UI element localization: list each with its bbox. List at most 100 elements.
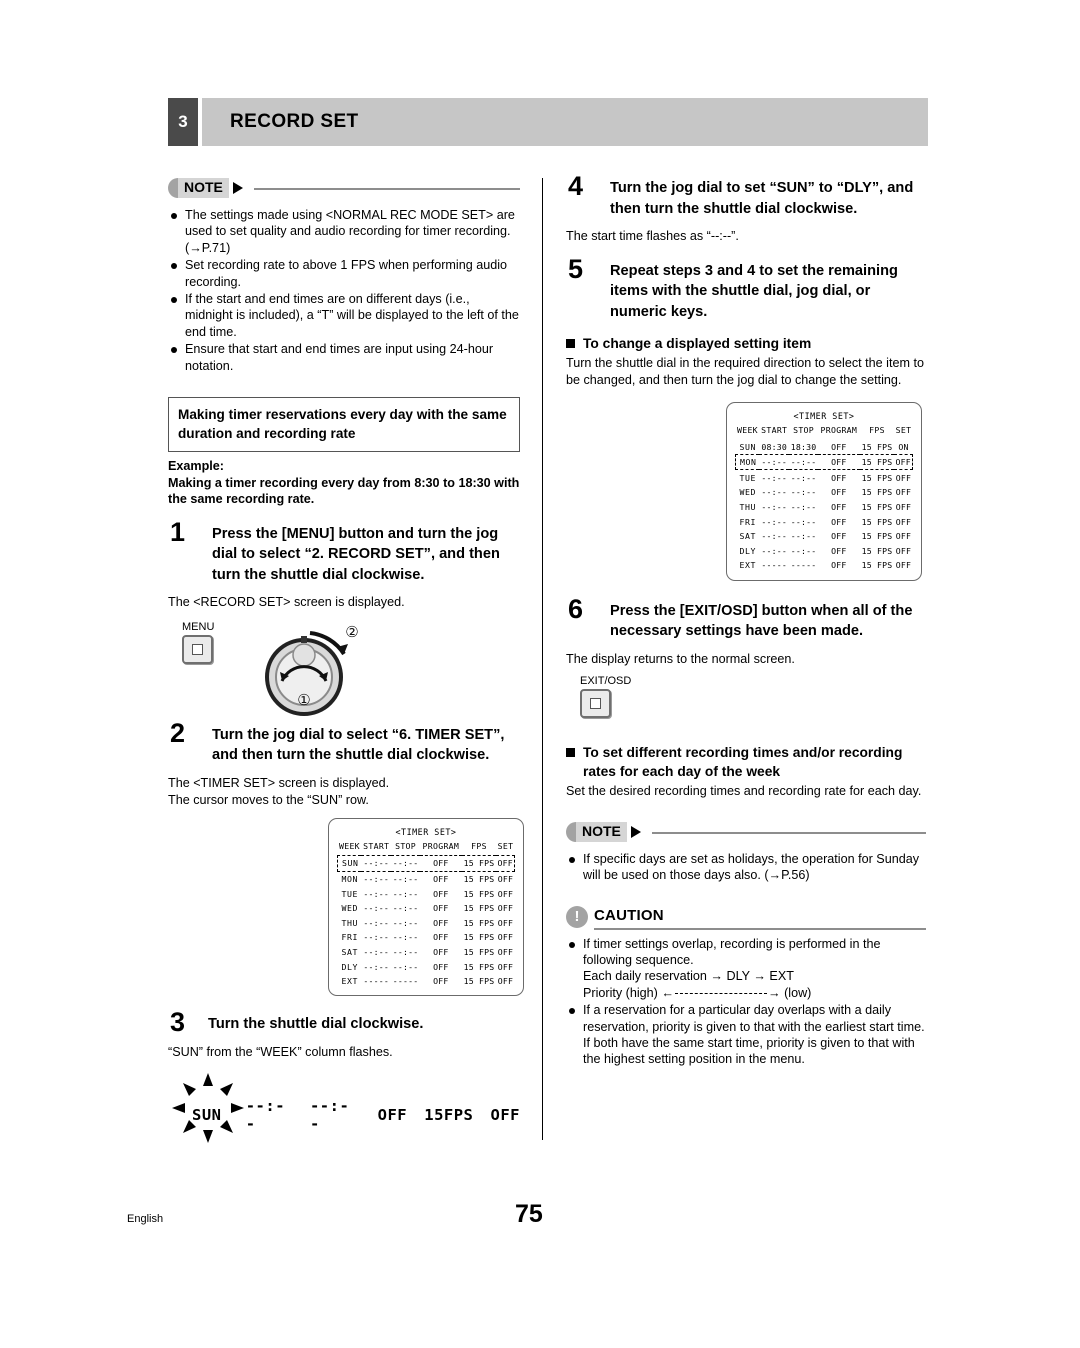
table-cell: OFF [831, 472, 847, 483]
table-row: EXT ----- ----- OFF 15 FPS OFF [736, 558, 913, 573]
table-cell: OFF [497, 946, 514, 957]
note-list: If specific days are set as holidays, th… [566, 851, 926, 884]
table-cell: --:-- [361, 855, 392, 872]
table-row: TUE --:-- --:-- OFF 15 FPS OFF [736, 470, 913, 485]
note-rule [652, 831, 926, 834]
table-cell: --:-- [761, 516, 788, 527]
column-divider [542, 178, 543, 1140]
column-header: FPS [471, 841, 487, 852]
list-item: Set recording rate to above 1 FPS when p… [168, 257, 520, 290]
table-row: WED --:-- --:-- OFF 15 FPS OFF [338, 901, 515, 916]
table-cell: 15 FPS [861, 560, 893, 571]
table-cell: OFF [831, 560, 847, 571]
column-header: START [761, 425, 788, 436]
table-cell: ----- [363, 976, 390, 987]
table-cell: OFF [433, 932, 449, 943]
table-cell: OFF [895, 531, 912, 542]
list-item: If timer settings overlap, recording is … [566, 936, 926, 1002]
table-cell: --:-- [790, 545, 817, 556]
page-title: RECORD SET [230, 111, 359, 132]
table-row: MON --:-- --:-- OFF 15 FPS OFF [735, 453, 914, 471]
step-5: 5 Repeat steps 3 and 4 to set the remain… [566, 255, 926, 323]
note-rule [254, 188, 520, 190]
list-item: The settings made using <NORMAL REC MODE… [168, 207, 520, 256]
timer-set-screen-left: <TIMER SET> WEEK START STOP PROGRAM FPS SET S… [328, 818, 524, 997]
step-3-sub: “SUN” from the “WEEK” column flashes. [168, 1044, 393, 1059]
table-cell: MON [735, 453, 760, 471]
table-cell: --:-- [363, 917, 390, 928]
table-cell: --:-- [392, 888, 419, 899]
table-row: SUN 08:30 18:30 OFF 15 FPS ON [736, 439, 913, 454]
triangle-right-icon [630, 825, 641, 838]
table-row: DLY --:-- --:-- OFF 15 FPS OFF [736, 543, 913, 558]
table-cell: DLY [739, 545, 757, 556]
step-2-number: 2 [170, 717, 186, 748]
step-1-sub: The <RECORD SET> screen is displayed. [168, 595, 405, 610]
flash-week: SUN [192, 1105, 222, 1124]
step-6-sub: The display returns to the normal screen… [566, 651, 795, 666]
step-4-number: 4 [568, 171, 584, 201]
table-cell: 15 FPS [463, 917, 495, 928]
exit-osd-button[interactable] [580, 689, 611, 719]
column-header: START [363, 841, 390, 852]
exit-osd-figure: EXIT/OSD [566, 675, 926, 727]
table-cell: 15 FPS [463, 932, 495, 943]
step-3-title: Turn the shuttle dial clockwise. [208, 1016, 424, 1033]
table-row: SAT --:-- --:-- OFF 15 FPS OFF [338, 945, 515, 960]
step-3: 3 Turn the shuttle dial clockwise. [168, 1009, 520, 1036]
step-6: 6 Press the [EXIT/OSD] button when all o… [566, 595, 926, 642]
table-cell: --:-- [790, 472, 817, 483]
table-cell: OFF [496, 855, 516, 872]
table-cell: ----- [392, 976, 419, 987]
step-4-title: Turn the jog dial to set “SUN” to “DLY”,… [610, 180, 914, 217]
table-cell: OFF [433, 874, 449, 885]
flashing-sun-figure: SUN --:-- --:-- OFF 15FPS OFF [168, 1071, 520, 1145]
table-row: EXT ----- ----- OFF 15 FPS OFF [338, 974, 515, 989]
table-cell: THU [341, 917, 359, 928]
step-2-sub1: The <TIMER SET> screen is displayed. [168, 775, 390, 790]
subheading-different-times-text: Set the desired recording times and reco… [566, 784, 922, 799]
table-cell: 15 FPS [463, 976, 495, 987]
table-cell: --:-- [761, 472, 788, 483]
table-cell: 15 FPS [463, 874, 495, 885]
column-header: STOP [793, 425, 815, 436]
subheading-change-setting: To change a displayed setting item [566, 334, 926, 353]
table-row: MON --:-- --:-- OFF 15 FPS OFF [338, 871, 515, 886]
svg-text:①: ① [297, 691, 310, 709]
table-cell: 15 FPS [861, 531, 893, 542]
exit-osd-button-label: EXIT/OSD [580, 675, 632, 688]
table-cell: OFF [497, 874, 514, 885]
table-row: FRI --:-- --:-- OFF 15 FPS OFF [736, 514, 913, 529]
table-cell: WED [341, 903, 359, 914]
table-cell: 15 FPS [463, 888, 495, 899]
table-row: WED --:-- --:-- OFF 15 FPS OFF [736, 485, 913, 500]
list-item: If specific days are set as holidays, th… [566, 851, 926, 884]
column-header: SET [895, 425, 912, 436]
table-header-row: WEEK START STOP PROGRAM FPS SET [736, 425, 913, 439]
note-header: NOTE [168, 178, 520, 200]
table-cell: --:-- [391, 855, 421, 872]
flash-fps: 15FPS [424, 1105, 474, 1124]
caution-label: CAUTION [594, 906, 664, 924]
table-cell: MON [341, 874, 359, 885]
table-row: THU --:-- --:-- OFF 15 FPS OFF [338, 916, 515, 931]
list-item: If a reservation for a particular day ov… [566, 1002, 926, 1068]
table-cell: WED [739, 487, 757, 498]
table-cell: --:-- [392, 932, 419, 943]
step-5-title: Repeat steps 3 and 4 to set the remainin… [610, 262, 898, 320]
step-2: 2 Turn the jog dial to select “6. TIMER … [168, 719, 520, 766]
table-cell: --:-- [761, 545, 788, 556]
note-cap-icon [566, 821, 576, 842]
menu-button-group: MENU [182, 621, 214, 664]
table-cell: 15 FPS [861, 441, 893, 452]
table-row: TUE --:-- --:-- OFF 15 FPS OFF [338, 886, 515, 901]
column-header: PROGRAM [422, 841, 460, 852]
document-page: 3 RECORD SET NOTE The settings made usin… [0, 0, 1080, 1348]
menu-dial-figure: MENU ① ② [168, 621, 520, 717]
flash-set: OFF [490, 1105, 520, 1124]
menu-button[interactable] [182, 634, 213, 664]
table-cell: EXT [739, 560, 757, 571]
table-cell: 15 FPS [461, 855, 497, 872]
table-cell: --:-- [392, 917, 419, 928]
table-cell: EXT [341, 976, 359, 987]
